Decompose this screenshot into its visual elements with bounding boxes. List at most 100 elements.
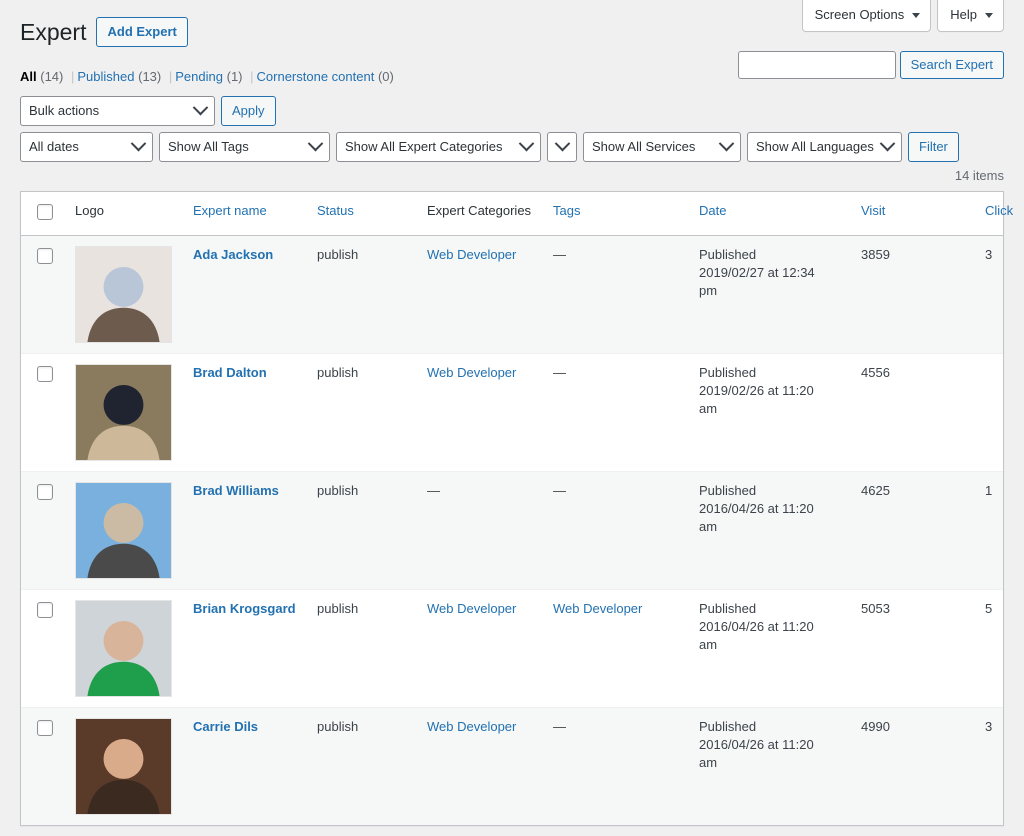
- expert-category-link[interactable]: Web Developer: [427, 601, 516, 616]
- bulk-actions-select[interactable]: Bulk actions: [20, 95, 215, 126]
- empty-value: —: [427, 483, 440, 499]
- empty-value: —: [553, 483, 566, 499]
- extra-filter-select[interactable]: [547, 131, 577, 162]
- screen-options-label: Screen Options: [814, 7, 905, 22]
- column-header-click-label[interactable]: Click: [985, 203, 1013, 218]
- screen-options-button[interactable]: Screen Options: [801, 0, 932, 33]
- logo-cell: [75, 353, 193, 471]
- select-all-checkbox[interactable]: [37, 203, 53, 220]
- row-checkbox[interactable]: [37, 484, 53, 501]
- click-cell: [985, 353, 1003, 471]
- column-header-click[interactable]: Click: [985, 191, 1013, 237]
- search-expert-button[interactable]: Search Expert: [899, 51, 1004, 79]
- tags-cell: —: [553, 707, 699, 826]
- row-checkbox[interactable]: [37, 720, 53, 737]
- column-header-visit[interactable]: Visit: [861, 191, 985, 237]
- column-header-tags[interactable]: Tags: [553, 191, 699, 237]
- screen-meta-links: Screen Options Help: [801, 0, 1004, 33]
- status-link-pending-count: (1): [226, 68, 243, 84]
- expert-avatar: [75, 364, 172, 462]
- row-checkbox[interactable]: [37, 248, 53, 265]
- all-tags-select[interactable]: Show All Tags: [159, 131, 330, 162]
- search-box: Search Expert: [737, 51, 1004, 79]
- add-expert-button[interactable]: Add Expert: [96, 17, 188, 48]
- logo-cell: [75, 471, 193, 590]
- date-meridiem: pm: [699, 283, 718, 299]
- column-header-date[interactable]: Date: [699, 191, 861, 237]
- visit-cell: 3859: [861, 236, 985, 354]
- date-cell: Published 2019/02/26 at 11:20 am: [699, 353, 861, 471]
- expert-name-link[interactable]: Carrie Dils: [193, 718, 258, 736]
- column-header-visit-label[interactable]: Visit: [861, 203, 885, 218]
- expert-categories-cell: Web Developer: [427, 707, 553, 826]
- column-header-logo: Logo: [75, 191, 193, 237]
- date-cell: Published 2016/04/26 at 11:20 am: [699, 707, 861, 826]
- date-meridiem: am: [699, 755, 718, 771]
- date-cell: Published 2016/04/26 at 11:20 am: [699, 471, 861, 590]
- expert-avatar: [75, 246, 172, 344]
- page-title: Expert: [20, 19, 87, 45]
- status-cell: publish: [317, 589, 427, 707]
- all-tags-select-wrap: Show All Tags: [159, 131, 330, 162]
- status-cell: publish: [317, 353, 427, 471]
- row-checkbox[interactable]: [37, 366, 53, 383]
- status-link-all-label[interactable]: All: [20, 69, 37, 84]
- filter-button[interactable]: Filter: [908, 131, 959, 162]
- date-meridiem: am: [699, 401, 718, 417]
- status-link-cornerstone: Cornerstone content (0): [257, 64, 394, 90]
- tags-cell: —: [553, 471, 699, 590]
- column-header-expert-name-label[interactable]: Expert name: [193, 203, 267, 218]
- expert-avatar: [75, 482, 172, 580]
- date-status: Published: [699, 247, 757, 263]
- apply-button[interactable]: Apply: [221, 95, 276, 126]
- logo-cell: [75, 589, 193, 707]
- all-dates-select[interactable]: All dates: [20, 131, 153, 162]
- expert-name-link[interactable]: Brian Krogsgard: [193, 600, 296, 618]
- column-header-expert-categories-label: Expert Categories: [427, 202, 532, 218]
- status-link-published-label[interactable]: Published: [77, 69, 134, 84]
- date-cell: Published 2016/04/26 at 11:20 am: [699, 589, 861, 707]
- tag-link[interactable]: Web Developer: [553, 601, 642, 616]
- status-link-pending: Pending (1) |: [175, 64, 256, 90]
- status-link-pending-label[interactable]: Pending: [175, 69, 223, 84]
- chevron-down-icon: [912, 12, 921, 18]
- table-row: Ada Jackson publish Web Developer — Publishe…: [21, 236, 1003, 354]
- expert-category-link[interactable]: Web Developer: [427, 719, 516, 734]
- status-link-cornerstone-label[interactable]: Cornerstone content: [257, 69, 375, 84]
- column-header-expert-name[interactable]: Expert name: [193, 191, 317, 237]
- page-wrap: Expert Add Expert All (14) | Published (…: [0, 0, 1024, 827]
- date-status: Published: [699, 719, 757, 735]
- chevron-down-icon: [985, 12, 993, 18]
- column-header-status[interactable]: Status: [317, 191, 427, 237]
- separator: |: [168, 68, 173, 84]
- status-link-cornerstone-count: (0): [377, 68, 394, 84]
- table-body: Ada Jackson publish Web Developer — Publishe…: [21, 236, 1003, 826]
- empty-value: —: [553, 365, 566, 381]
- expert-name-link[interactable]: Ada Jackson: [193, 246, 273, 264]
- expert-categories-cell: Web Developer: [427, 236, 553, 354]
- expert-category-link[interactable]: Web Developer: [427, 247, 516, 262]
- column-header-tags-label[interactable]: Tags: [553, 203, 580, 218]
- expert-name-link[interactable]: Brad Dalton: [193, 364, 267, 382]
- extra-filter-select-wrap: [547, 131, 577, 162]
- tags-cell: —: [553, 236, 699, 354]
- column-header-date-label[interactable]: Date: [699, 203, 726, 218]
- all-expert-categories-select[interactable]: Show All Expert Categories: [336, 131, 541, 162]
- row-checkbox-cell: [21, 353, 75, 471]
- separator: |: [71, 68, 75, 84]
- search-input[interactable]: [737, 51, 896, 79]
- table-row: Brad Williams publish — — Published 2016/04/2…: [21, 471, 1003, 590]
- expert-category-link[interactable]: Web Developer: [427, 365, 516, 380]
- help-button[interactable]: Help: [937, 0, 1004, 33]
- date-meridiem: am: [699, 519, 718, 535]
- visit-cell: 4556: [861, 353, 985, 471]
- all-languages-select[interactable]: Show All Languages: [747, 131, 902, 162]
- table-header-row: Logo Expert name Status Expert Categorie…: [21, 191, 1013, 237]
- all-services-select[interactable]: Show All Services: [583, 131, 741, 162]
- filters-row: All dates Show All Tags Show All Expert …: [20, 131, 1004, 162]
- expert-name-link[interactable]: Brad Williams: [193, 482, 279, 500]
- column-header-status-label[interactable]: Status: [317, 203, 354, 218]
- empty-value: —: [553, 247, 566, 263]
- expert-name-cell: Brian Krogsgard: [193, 589, 317, 707]
- row-checkbox[interactable]: [37, 602, 53, 619]
